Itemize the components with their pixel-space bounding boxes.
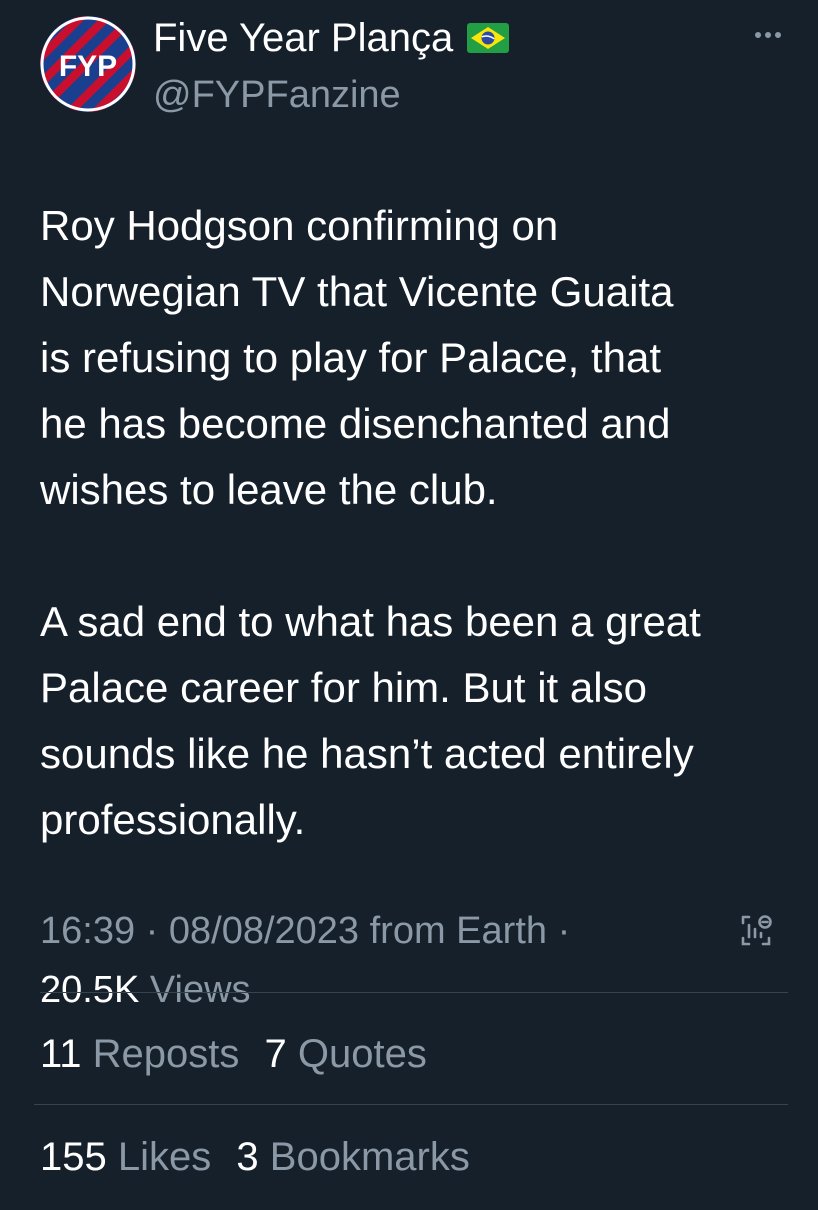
tweet-time[interactable]: 16:39 (40, 910, 135, 952)
brazil-flag-icon (467, 23, 510, 53)
display-name-text[interactable]: Five Year Plança (153, 14, 453, 62)
reposts-stat[interactable]: 11 Reposts (40, 1032, 239, 1076)
quotes-stat[interactable]: 7 Quotes (265, 1032, 427, 1076)
divider (40, 992, 788, 993)
engagement-row-1: 11 Reposts 7 Quotes (40, 1030, 427, 1078)
likes-label: Likes (117, 1135, 212, 1179)
views-label: Views (149, 969, 251, 1011)
avatar[interactable]: FYP (40, 16, 136, 112)
analytics-icon[interactable] (738, 913, 774, 949)
avatar-logo: FYP (40, 16, 136, 112)
views-count[interactable]: 20.5K Views (40, 966, 251, 1014)
views-number: 20.5K (40, 969, 140, 1011)
quotes-count: 7 (264, 1032, 287, 1076)
engagement-row-2: 155 Likes 3 Bookmarks (40, 1133, 470, 1181)
reposts-count: 11 (40, 1032, 82, 1076)
reposts-label: Reposts (92, 1032, 240, 1076)
tweet-text: Roy Hodgson confirming on Norwegian TV t… (40, 193, 800, 853)
more-options-icon[interactable] (750, 20, 786, 50)
likes-count: 155 (40, 1135, 107, 1179)
quotes-label: Quotes (297, 1032, 427, 1076)
bookmarks-label: Bookmarks (269, 1135, 470, 1179)
user-handle[interactable]: @FYPFanzine (153, 72, 401, 118)
tweet-paragraph-1: Roy Hodgson confirming on Norwegian TV t… (40, 202, 674, 513)
meta-separator: · (557, 910, 571, 952)
tweet-date[interactable]: 08/08/2023 (169, 910, 359, 952)
likes-stat[interactable]: 155 Likes (40, 1135, 211, 1179)
tweet-meta: 16:39 · 08/08/2023 from Earth · (40, 907, 570, 955)
display-name[interactable]: Five Year Plança (153, 14, 510, 62)
meta-separator: · (145, 910, 159, 952)
divider (34, 1104, 788, 1105)
bookmarks-count: 3 (236, 1135, 259, 1179)
tweet-paragraph-2: A sad end to what has been a great Palac… (40, 598, 701, 843)
bookmarks-stat[interactable]: 3 Bookmarks (236, 1135, 469, 1179)
tweet-source: from Earth (369, 910, 548, 952)
avatar-text: FYP (59, 50, 117, 83)
